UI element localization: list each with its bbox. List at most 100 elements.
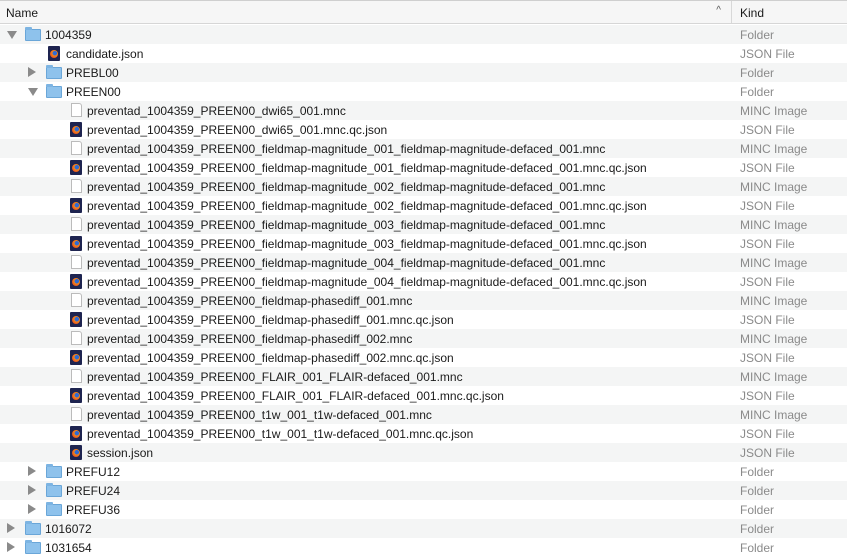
list-item[interactable]: session.json JSON File [0,443,847,462]
folder-icon [46,502,62,516]
folder-icon [25,521,41,535]
list-item[interactable]: preventad_1004359_PREEN00_fieldmap-magni… [0,215,847,234]
name-column-header[interactable]: Name ^ [0,1,732,23]
file-name: preventad_1004359_PREEN00_fieldmap-magni… [87,199,647,213]
file-name: preventad_1004359_PREEN00_fieldmap-magni… [87,180,606,194]
file-name: 1016072 [45,522,92,536]
file-list: 1004359 Folder candidate.json JSON File PREB… [0,25,847,557]
name-cell: preventad_1004359_PREEN00_t1w_001_t1w-de… [0,424,732,443]
list-item[interactable]: preventad_1004359_PREEN00_t1w_001_t1w-de… [0,405,847,424]
file-kind: MINC Image [740,255,808,270]
file-name: preventad_1004359_PREEN00_fieldmap-magni… [87,256,606,270]
list-item[interactable]: preventad_1004359_PREEN00_fieldmap-phase… [0,291,847,310]
json-file-icon [70,236,82,251]
name-cell: preventad_1004359_PREEN00_fieldmap-phase… [0,348,732,367]
list-item[interactable]: preventad_1004359_PREEN00_fieldmap-magni… [0,158,847,177]
file-kind: Folder [740,521,775,536]
file-name: preventad_1004359_PREEN00_fieldmap-phase… [87,332,413,346]
file-kind: MINC Image [740,103,808,118]
list-item[interactable]: PREFU36 Folder [0,500,847,519]
disclosure-triangle-closed-icon[interactable] [7,523,15,533]
disclosure-triangle-open-icon[interactable] [7,31,17,39]
folder-icon [25,540,41,554]
name-cell: preventad_1004359_PREEN00_dwi65_001.mnc [0,101,732,120]
list-item[interactable]: preventad_1004359_PREEN00_fieldmap-magni… [0,253,847,272]
name-cell: 1031654 [0,538,732,557]
file-name: PREFU24 [66,484,121,498]
document-icon [71,293,82,307]
list-item[interactable]: PREFU24 Folder [0,481,847,500]
file-kind: JSON File [740,426,795,441]
list-item[interactable]: preventad_1004359_PREEN00_fieldmap-phase… [0,329,847,348]
list-item[interactable]: preventad_1004359_PREEN00_t1w_001_t1w-de… [0,424,847,443]
file-name: session.json [87,446,154,460]
list-item[interactable]: candidate.json JSON File [0,44,847,63]
json-file-icon [70,274,82,289]
json-file-icon [70,198,82,213]
list-item[interactable]: preventad_1004359_PREEN00_dwi65_001.mnc M… [0,101,847,120]
document-icon [71,217,82,231]
list-item[interactable]: 1004359 Folder [0,25,847,44]
disclosure-triangle-closed-icon[interactable] [28,466,36,476]
file-kind: Folder [740,464,775,479]
name-cell: 1016072 [0,519,732,538]
name-cell: preventad_1004359_PREEN00_fieldmap-phase… [0,310,732,329]
disclosure-triangle-closed-icon[interactable] [28,485,36,495]
name-cell: PREFU36 [0,500,732,519]
list-item[interactable]: PREFU12 Folder [0,462,847,481]
list-item[interactable]: preventad_1004359_PREEN00_fieldmap-magni… [0,234,847,253]
list-item[interactable]: preventad_1004359_PREEN00_fieldmap-phase… [0,348,847,367]
disclosure-triangle-open-icon[interactable] [28,88,38,96]
kind-column-header[interactable]: Kind [732,1,764,23]
column-header: Name ^ Kind [0,0,847,24]
name-cell: PREFU24 [0,481,732,500]
file-kind: JSON File [740,236,795,251]
list-item[interactable]: PREBL00 Folder [0,63,847,82]
file-name: preventad_1004359_PREEN00_fieldmap-magni… [87,218,606,232]
json-file-icon [70,160,82,175]
list-item[interactable]: preventad_1004359_PREEN00_fieldmap-magni… [0,139,847,158]
file-name: preventad_1004359_PREEN00_dwi65_001.mnc [87,104,346,118]
list-item[interactable]: 1016072 Folder [0,519,847,538]
file-name: PREEN00 [66,85,121,99]
file-name: preventad_1004359_PREEN00_fieldmap-magni… [87,161,647,175]
list-item[interactable]: preventad_1004359_PREEN00_FLAIR_001_FLAI… [0,367,847,386]
name-column-label: Name [6,6,39,20]
file-kind: Folder [740,84,775,99]
folder-icon [46,483,62,497]
file-name: preventad_1004359_PREEN00_fieldmap-phase… [87,351,454,365]
disclosure-triangle-closed-icon[interactable] [28,67,36,77]
name-cell: PREFU12 [0,462,732,481]
disclosure-triangle-closed-icon[interactable] [7,542,15,552]
json-file-icon [70,445,82,460]
list-item[interactable]: 1031654 Folder [0,538,847,557]
sort-ascending-icon[interactable]: ^ [716,5,721,16]
list-item[interactable]: preventad_1004359_PREEN00_fieldmap-magni… [0,177,847,196]
disclosure-triangle-closed-icon[interactable] [28,504,36,514]
list-item[interactable]: preventad_1004359_PREEN00_dwi65_001.mnc.… [0,120,847,139]
file-kind: Folder [740,27,775,42]
folder-icon [46,65,62,79]
file-kind: JSON File [740,274,795,289]
name-cell: preventad_1004359_PREEN00_fieldmap-magni… [0,139,732,158]
name-cell: preventad_1004359_PREEN00_fieldmap-phase… [0,329,732,348]
name-cell: candidate.json [0,44,732,63]
file-name: preventad_1004359_PREEN00_dwi65_001.mnc.… [87,123,388,137]
file-kind: MINC Image [740,293,808,308]
list-item[interactable]: preventad_1004359_PREEN00_fieldmap-magni… [0,196,847,215]
document-icon [71,331,82,345]
file-kind: JSON File [740,160,795,175]
name-cell: preventad_1004359_PREEN00_t1w_001_t1w-de… [0,405,732,424]
file-kind: JSON File [740,388,795,403]
file-name: preventad_1004359_PREEN00_fieldmap-magni… [87,275,647,289]
folder-icon [46,464,62,478]
list-item[interactable]: preventad_1004359_PREEN00_fieldmap-phase… [0,310,847,329]
file-kind: JSON File [740,350,795,365]
name-cell: preventad_1004359_PREEN00_fieldmap-magni… [0,177,732,196]
list-item[interactable]: preventad_1004359_PREEN00_fieldmap-magni… [0,272,847,291]
list-item[interactable]: PREEN00 Folder [0,82,847,101]
file-kind: JSON File [740,122,795,137]
file-kind: MINC Image [740,369,808,384]
list-item[interactable]: preventad_1004359_PREEN00_FLAIR_001_FLAI… [0,386,847,405]
file-kind: JSON File [740,198,795,213]
